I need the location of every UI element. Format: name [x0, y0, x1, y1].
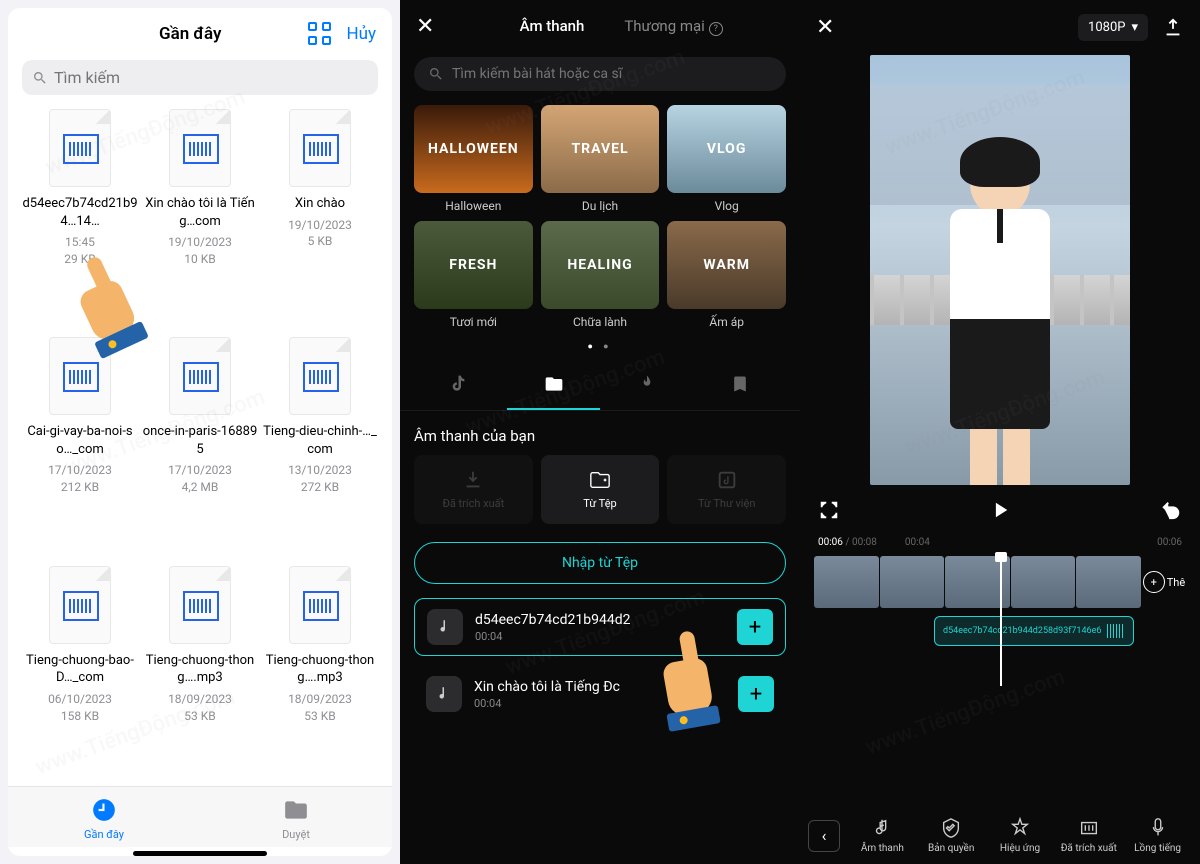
file-item[interactable]: Cai-gi-vay-ba-noi-so…_com17/10/2023212 K… [22, 337, 138, 557]
search-icon [428, 66, 444, 82]
timeline[interactable]: +Thê d54eec7b74cd21b944d258d93f7146e6 [800, 556, 1200, 686]
file-item[interactable]: Tieng-chuong-thong….mp318/09/202353 KB [262, 566, 378, 786]
add-clip-button[interactable]: +Thê [1142, 571, 1186, 593]
search-bar[interactable] [414, 57, 786, 91]
category-item[interactable]: HALLOWEENHalloween [414, 105, 533, 213]
folder-icon [283, 797, 309, 823]
home-indicator[interactable] [133, 851, 267, 856]
video-clip[interactable] [814, 556, 879, 608]
search-input[interactable] [54, 68, 368, 87]
playhead[interactable] [1000, 556, 1002, 686]
search-bar[interactable] [22, 60, 378, 95]
help-icon[interactable]: ? [709, 22, 723, 36]
add-track-button[interactable]: + [738, 676, 774, 712]
category-item[interactable]: FRESHTươi mới [414, 221, 533, 329]
bottom-tabs: Gần đây Duyệt [8, 786, 392, 847]
audio-tabs: Âm thanh Thương mại? [458, 17, 784, 36]
tab-commercial[interactable]: Thương mại? [624, 17, 722, 36]
tool-copyright[interactable]: Bản quyền [917, 817, 986, 854]
clock-icon [91, 797, 117, 823]
source-library[interactable]: Từ Thư viện [667, 455, 786, 524]
category-item[interactable]: TRAVELDu lịch [541, 105, 660, 213]
tool-effects[interactable]: Hiệu ứng [986, 817, 1055, 854]
tool-audio[interactable]: Âm thanh [848, 817, 917, 854]
source-extracted[interactable]: Đã trích xuất [414, 455, 533, 524]
import-button[interactable]: Nhập từ Tệp [414, 542, 786, 584]
fullscreen-icon[interactable] [818, 499, 840, 521]
grid-view-icon[interactable] [308, 22, 332, 46]
undo-icon[interactable] [1160, 499, 1182, 521]
search-input[interactable] [452, 66, 772, 82]
toolbar: ‹ Âm thanh Bản quyền Hiệu ứng Đã trích x… [800, 807, 1200, 864]
video-preview[interactable] [870, 55, 1130, 485]
page-dots[interactable]: ● ● [400, 329, 800, 364]
search-icon [32, 70, 48, 86]
source-file[interactable]: Từ Tệp [541, 455, 660, 524]
back-button[interactable]: ‹ [808, 820, 840, 852]
tab-trending[interactable] [600, 364, 693, 410]
video-clip[interactable] [1076, 556, 1141, 608]
track-item[interactable]: d54eec7b74cd21b944d200:04+ [414, 598, 786, 656]
cancel-button[interactable]: Hủy [346, 24, 376, 44]
export-icon[interactable] [1162, 17, 1184, 39]
close-icon[interactable]: ✕ [416, 14, 434, 39]
close-icon[interactable]: ✕ [816, 15, 834, 40]
category-item[interactable]: WARMẤm áp [667, 221, 786, 329]
tool-voiceover[interactable]: Lồng tiếng [1123, 817, 1192, 854]
files-header: Gần đây Hủy [8, 8, 392, 60]
tab-browse[interactable]: Duyệt [200, 797, 392, 841]
file-item[interactable]: Xin chào tôi là Tiếng…com19/10/202310 KB [142, 109, 258, 329]
tab-recent[interactable]: Gần đây [8, 797, 200, 841]
tab-sound[interactable]: Âm thanh [520, 17, 585, 36]
source-tabs [400, 364, 800, 411]
play-icon[interactable] [989, 499, 1011, 521]
audio-clip[interactable]: d54eec7b74cd21b944d258d93f7146e6 [934, 616, 1134, 646]
section-title: Âm thanh của bạn [400, 411, 800, 455]
file-item[interactable]: Tieng-chuong-bao-D…_com06/10/2023158 KB [22, 566, 138, 786]
tab-folder[interactable] [507, 364, 600, 410]
page-title: Gần đây [72, 24, 308, 44]
track-item[interactable]: Xin chào tôi là Tiếng Đc00:04+ [414, 666, 786, 722]
file-item[interactable]: Tieng-dieu-chinh-…_com13/10/2023272 KB [262, 337, 378, 557]
resolution-button[interactable]: 1080P ▾ [1078, 14, 1148, 41]
file-item[interactable]: once-in-paris-16889517/10/20234,2 MB [142, 337, 258, 557]
tool-extracted[interactable]: Đã trích xuất [1054, 817, 1123, 854]
video-clip[interactable] [880, 556, 945, 608]
category-item[interactable]: HEALINGChữa lành [541, 221, 660, 329]
tab-bookmark[interactable] [693, 364, 786, 410]
pointer-hand-icon [662, 657, 715, 718]
video-clip[interactable] [1011, 556, 1076, 608]
category-item[interactable]: VLOGVlog [667, 105, 786, 213]
tab-tiktok[interactable] [414, 364, 507, 410]
file-item[interactable]: Tieng-chuong-thong….mp318/09/202353 KB [142, 566, 258, 786]
file-item[interactable]: Xin chào19/10/20235 KB [262, 109, 378, 329]
add-track-button[interactable]: + [737, 609, 773, 645]
